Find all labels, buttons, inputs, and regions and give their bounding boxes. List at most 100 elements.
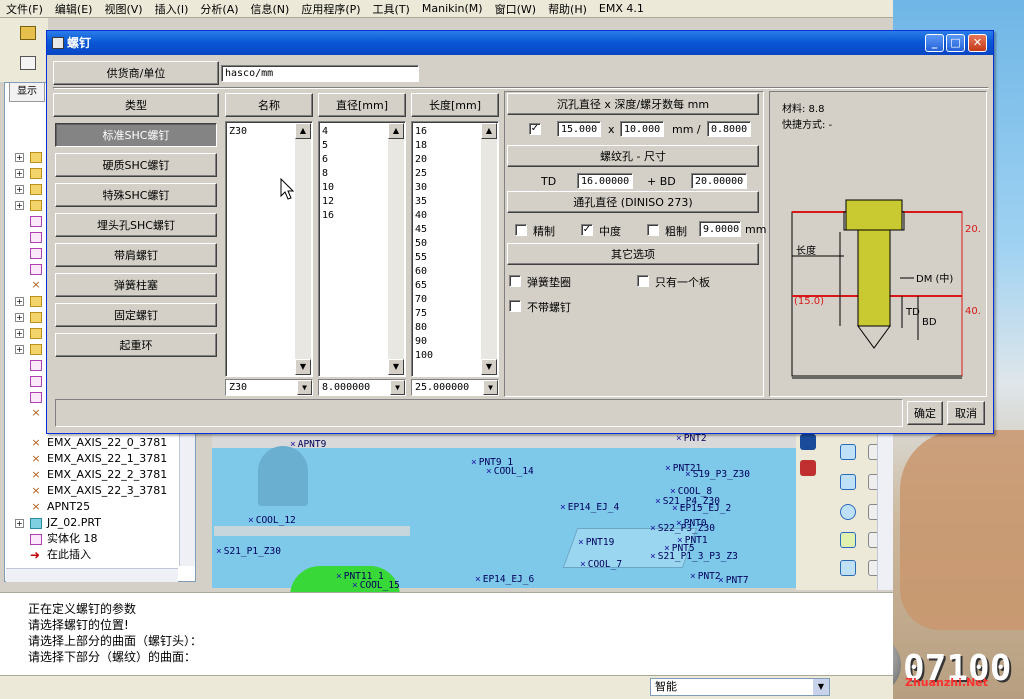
smart-filter-select[interactable]: 智能 ▼ xyxy=(650,678,830,696)
spring-washer-checkbox[interactable] xyxy=(509,275,521,287)
expand-icon[interactable]: + xyxy=(15,168,24,178)
expand-icon[interactable]: + xyxy=(15,152,24,162)
diameter-list[interactable]: 4 5 6 8 10 12 16 ▲ ▼ xyxy=(318,121,406,377)
scroll-up-icon[interactable]: ▲ xyxy=(481,123,497,139)
type-shoulder-screw[interactable]: 带肩螺钉 xyxy=(55,243,217,267)
diameter-combo[interactable]: 8.000000 ▼ xyxy=(318,379,406,396)
menu-info[interactable]: 信息(N) xyxy=(245,1,296,17)
tree-scrollbar-horizontal[interactable] xyxy=(6,568,178,582)
menu-file[interactable]: 文件(F) xyxy=(0,1,49,17)
expand-icon[interactable]: + xyxy=(15,344,24,354)
type-countersunk-shc[interactable]: 埋头孔SHC螺钉 xyxy=(55,213,217,237)
tree-item[interactable]: × APNT25 xyxy=(30,499,90,515)
expand-icon[interactable]: + xyxy=(15,200,24,210)
list-item[interactable]: 40 xyxy=(415,209,433,223)
scroll-down-icon[interactable]: ▼ xyxy=(295,359,311,375)
datum-point-label[interactable]: EP14_EJ_6 xyxy=(475,574,534,585)
datum-point-label[interactable]: S22_P3_Z30 xyxy=(650,523,715,534)
datum-point-label[interactable]: COOL_12 xyxy=(248,515,296,526)
trim-icon[interactable] xyxy=(840,560,856,576)
layer-icon[interactable] xyxy=(20,56,36,70)
expand-icon[interactable]: + xyxy=(15,296,24,306)
counterbore-depth-field[interactable]: 10.000 xyxy=(620,121,664,137)
graphics-viewport[interactable] xyxy=(212,430,880,588)
list-item[interactable]: 30 xyxy=(415,181,433,195)
counterbore-diameter-field[interactable]: 15.000 xyxy=(557,121,601,137)
td-field[interactable]: 16.00000 xyxy=(577,173,633,189)
tree-tab-display[interactable]: 显示 xyxy=(9,83,45,102)
chevron-down-icon[interactable]: ▼ xyxy=(483,380,498,395)
menu-manikin[interactable]: Manikin(M) xyxy=(416,2,489,15)
list-item[interactable]: 10 xyxy=(322,181,334,195)
expand-icon[interactable]: + xyxy=(15,184,24,194)
datum-point-label[interactable]: PNT2 xyxy=(676,433,707,444)
list-item[interactable]: 35 xyxy=(415,195,433,209)
menu-window[interactable]: 窗口(W) xyxy=(489,1,542,17)
diameter-list-scrollbar[interactable]: ▲ ▼ xyxy=(388,123,404,375)
supplier-field[interactable]: hasco/mm xyxy=(221,65,419,82)
single-plate-checkbox[interactable] xyxy=(637,275,649,287)
length-header[interactable]: 长度[mm] xyxy=(411,93,499,117)
viewport-scrollbar[interactable] xyxy=(877,430,893,590)
scroll-down-icon[interactable]: ▼ xyxy=(481,359,497,375)
list-item[interactable]: 90 xyxy=(415,335,433,349)
tree-item[interactable]: × EMX_AXIS_22_3_3781 xyxy=(30,483,167,499)
through-hole-field[interactable]: 9.0000 xyxy=(699,221,741,237)
list-item[interactable]: 45 xyxy=(415,223,433,237)
ok-button[interactable]: 确定 xyxy=(907,401,943,425)
relations-icon[interactable] xyxy=(800,460,816,476)
counterbore-header[interactable]: 沉孔直径 x 深度/螺牙数每 mm xyxy=(507,93,759,115)
datum-point-label[interactable]: PNT2 xyxy=(690,571,721,582)
datum-point-label[interactable]: PNT19 xyxy=(578,537,615,548)
chevron-down-icon[interactable]: ▼ xyxy=(297,380,312,395)
name-list[interactable]: Z30 ▲ ▼ xyxy=(225,121,313,377)
type-header[interactable]: 类型 xyxy=(53,93,219,117)
list-item[interactable]: 100 xyxy=(415,349,433,363)
counterbore-checkbox[interactable]: ✓ xyxy=(529,123,541,135)
type-set-screw[interactable]: 固定螺钉 xyxy=(55,303,217,327)
coarse-checkbox[interactable] xyxy=(647,224,659,236)
length-list[interactable]: 16 18 20 25 30 35 40 45 50 55 60 65 70 7… xyxy=(411,121,499,377)
tree-item[interactable]: × EMX_AXIS_22_1_3781 xyxy=(30,451,167,467)
menu-view[interactable]: 视图(V) xyxy=(98,1,148,17)
datum-point-label[interactable]: S19_P3_Z30 xyxy=(685,469,750,480)
list-item[interactable]: 8 xyxy=(322,167,334,181)
length-combo[interactable]: 25.000000 ▼ xyxy=(411,379,499,396)
list-item[interactable]: 4 xyxy=(322,125,334,139)
expand-icon[interactable]: + xyxy=(15,312,24,322)
cancel-button[interactable]: 取消 xyxy=(947,401,985,425)
other-options-header[interactable]: 其它选项 xyxy=(507,243,759,265)
chevron-down-icon[interactable]: ▼ xyxy=(813,679,829,695)
list-item[interactable]: 20 xyxy=(415,153,433,167)
list-item[interactable]: 5 xyxy=(322,139,334,153)
list-item[interactable]: 60 xyxy=(415,265,433,279)
menu-emx[interactable]: EMX 4.1 xyxy=(593,2,650,15)
tree-item[interactable]: × EMX_AXIS_22_2_3781 xyxy=(30,467,167,483)
name-combo[interactable]: Z30 ▼ xyxy=(225,379,313,396)
chevron-down-icon[interactable]: ▼ xyxy=(390,380,405,395)
tree-item-insert-here[interactable]: ➜ 在此插入 xyxy=(30,547,91,563)
datum-point-label[interactable]: APNT9 xyxy=(290,439,327,450)
menu-analysis[interactable]: 分析(A) xyxy=(194,1,244,17)
list-item[interactable]: 12 xyxy=(322,195,334,209)
type-spring-plunger[interactable]: 弹簧柱塞 xyxy=(55,273,217,297)
maximize-button[interactable]: □ xyxy=(946,34,965,52)
menu-applications[interactable]: 应用程序(P) xyxy=(295,1,366,17)
datum-point-label[interactable]: COOL_14 xyxy=(486,466,534,477)
tree-scrollbar-vertical[interactable] xyxy=(179,426,195,566)
diameter-header[interactable]: 直径[mm] xyxy=(318,93,406,117)
list-item[interactable]: Z30 xyxy=(229,125,247,139)
thread-header[interactable]: 螺纹孔 - 尺寸 xyxy=(507,145,759,167)
scroll-up-icon[interactable]: ▲ xyxy=(388,123,404,139)
medium-checkbox[interactable]: ✓ xyxy=(581,224,593,236)
supplier-button[interactable]: 供货商/单位 xyxy=(53,61,219,85)
datum-point-label[interactable]: S21_P1_Z30 xyxy=(216,546,281,557)
datum-point-label[interactable]: PNT7 xyxy=(718,575,749,586)
no-screw-checkbox[interactable] xyxy=(509,300,521,312)
scroll-down-icon[interactable]: ▼ xyxy=(388,359,404,375)
bd-field[interactable]: 20.00000 xyxy=(691,173,747,189)
list-item[interactable]: 75 xyxy=(415,307,433,321)
tree-item[interactable]: 实体化 18 xyxy=(30,531,98,547)
name-header[interactable]: 名称 xyxy=(225,93,313,117)
through-hole-header[interactable]: 通孔直径 (DINISO 273) xyxy=(507,191,759,213)
